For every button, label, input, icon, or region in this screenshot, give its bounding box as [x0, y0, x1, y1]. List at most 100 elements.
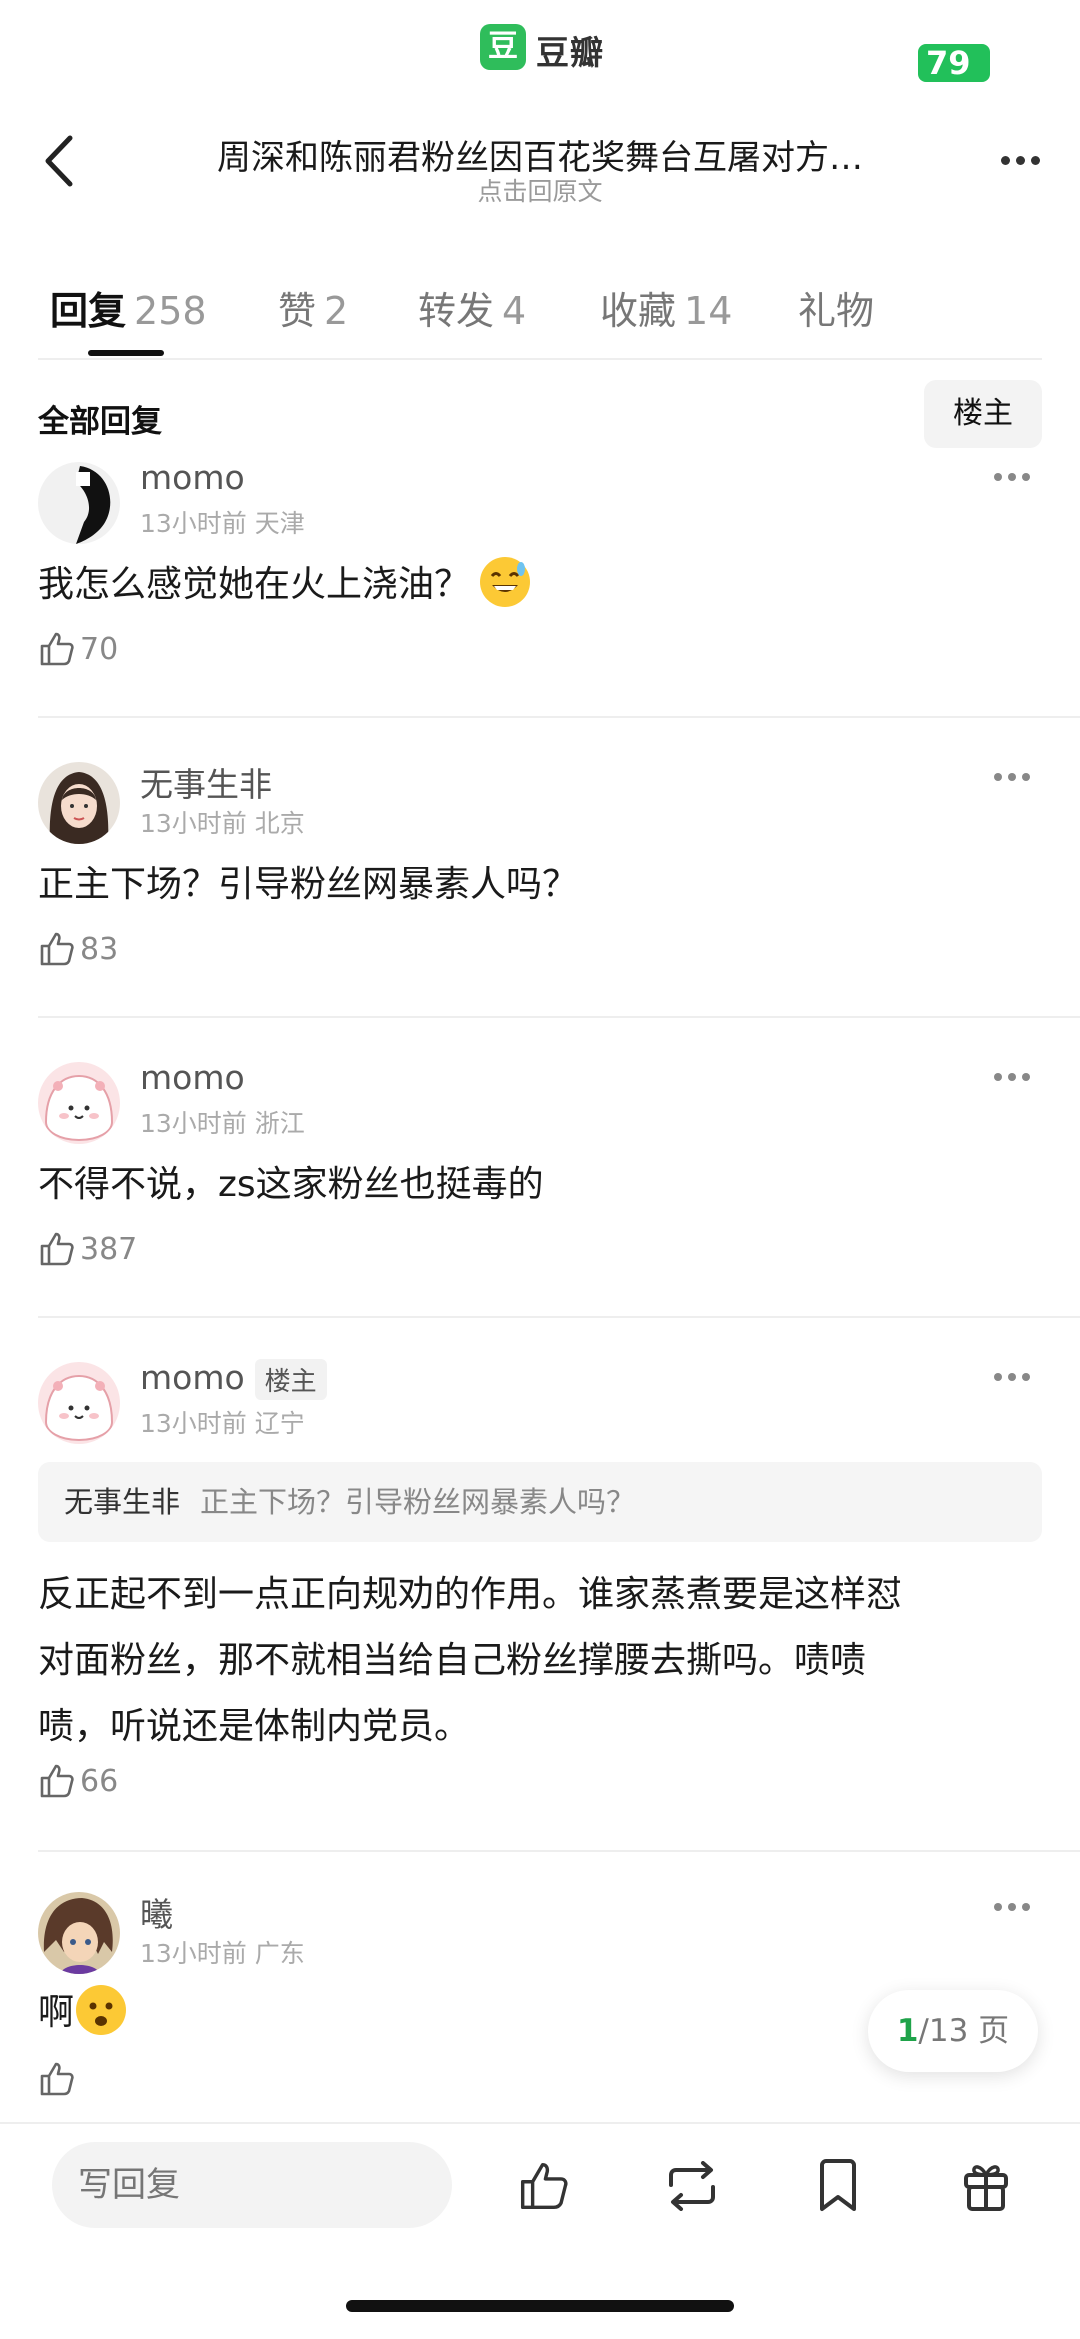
battery-badge: 79: [918, 44, 990, 82]
tab-collections[interactable]: 收藏 14: [600, 280, 732, 335]
quoted-reply[interactable]: 无事生非 正主下场？引导粉丝网暴素人吗？: [38, 1462, 1042, 1542]
like-post-button[interactable]: [514, 2156, 574, 2216]
op-tag: 楼主: [254, 1359, 327, 1400]
bookmark-icon: [820, 2159, 856, 2211]
avatar[interactable]: [38, 1892, 120, 1974]
dot: [1000, 155, 1010, 165]
comment-text: 正主下场？引导粉丝网暴素人吗？: [38, 864, 579, 905]
divider: [38, 1850, 1080, 1852]
comment-line: 对面粉丝，那不就相当给自己粉丝撑腰去撕吗。啧啧: [38, 1640, 867, 1681]
comment-more-button[interactable]: [984, 1367, 1040, 1387]
chevron-left-icon: [45, 135, 73, 187]
comment-more-button[interactable]: [984, 767, 1040, 787]
thumbs-up-icon: [520, 2162, 568, 2210]
thumbs-up-icon: [40, 2062, 74, 2096]
back-to-original-link[interactable]: 点击回原文: [170, 172, 910, 208]
like-count: 387: [80, 1231, 138, 1267]
comment-time: 13小时前: [140, 509, 247, 538]
thumbs-up-icon: [40, 632, 74, 666]
active-tab-indicator: [88, 350, 164, 356]
comment-meta: 13小时前 北京: [140, 804, 305, 840]
dot: [1030, 155, 1040, 165]
tab-label: 礼物: [798, 289, 875, 333]
comment-time: 13小时前: [140, 1109, 247, 1138]
gift-button[interactable]: [956, 2156, 1016, 2216]
comment-time: 13小时前: [140, 809, 247, 838]
comment-more-button[interactable]: [984, 1897, 1040, 1917]
tab-label: 转发: [418, 289, 495, 333]
like-button[interactable]: 70: [38, 630, 118, 668]
comment-location: 浙江: [254, 1109, 305, 1138]
comment-location: 广东: [254, 1939, 305, 1968]
username[interactable]: momo: [140, 1058, 245, 1097]
comment-location: 辽宁: [254, 1409, 305, 1438]
sweat-smile-emoji: [480, 557, 531, 607]
like-button[interactable]: [38, 2060, 80, 2098]
comment-meta: 13小时前 辽宁: [140, 1404, 305, 1440]
comment-time: 13小时前: [140, 1409, 247, 1438]
comment-line: 啧，听说还是体制内党员。: [38, 1706, 471, 1747]
comment-text: 反正起不到一点正向规劝的作用。谁家蒸煮要是这样怼 对面粉丝，那不就相当给自己粉丝…: [38, 1562, 1042, 1760]
username[interactable]: momo 楼主: [140, 1358, 327, 1400]
tab-label: 赞: [278, 289, 317, 333]
page-indicator-button[interactable]: 1/13 页: [868, 1990, 1038, 2072]
comment-text: 我怎么感觉她在火上浇油？: [38, 552, 1042, 618]
divider: [38, 1316, 1080, 1318]
divider: [38, 716, 1080, 718]
frown-emoji: [76, 1985, 127, 2035]
comment-item: momo 13小时前 天津 我怎么感觉她在火上浇油？ 70: [0, 458, 1080, 718]
like-button[interactable]: 83: [38, 930, 118, 968]
comment-line: 反正起不到一点正向规劝的作用。谁家蒸煮要是这样怼: [38, 1574, 903, 1615]
brand-name: 豆瓣: [536, 33, 604, 72]
comment-item: 无事生非 13小时前 北京 正主下场？引导粉丝网暴素人吗？ 83: [0, 762, 1080, 1018]
comment-location: 北京: [254, 809, 305, 838]
back-button[interactable]: [32, 134, 86, 188]
tab-gifts[interactable]: 礼物: [798, 280, 874, 335]
tab-bar: 回复 258 赞2 转发 4 收藏 14 礼物: [0, 270, 1080, 360]
current-page: 1: [896, 2013, 919, 2049]
like-button[interactable]: 66: [38, 1762, 118, 1800]
repost-button[interactable]: [662, 2156, 722, 2216]
comment-meta: 13小时前 浙江: [140, 1104, 305, 1140]
tab-likes[interactable]: 赞2: [278, 280, 348, 335]
comment-text-content: 啊: [38, 1992, 75, 2033]
like-count: 66: [80, 1763, 119, 1799]
username[interactable]: momo: [140, 458, 245, 497]
tab-count: 4: [502, 289, 527, 333]
comment-item: momo 13小时前 浙江 不得不说，zs这家粉丝也挺毒的 387: [0, 1058, 1080, 1318]
op-only-button[interactable]: 楼主: [924, 380, 1042, 448]
avatar[interactable]: [38, 762, 120, 844]
home-indicator: [346, 2300, 734, 2312]
tab-count: 258: [134, 289, 207, 333]
repost-icon: [669, 2161, 715, 2211]
tab-replies[interactable]: 回复 258: [50, 280, 207, 335]
avatar[interactable]: [38, 1362, 120, 1444]
avatar[interactable]: [38, 1062, 120, 1144]
tab-label: 收藏: [600, 289, 677, 333]
avatar[interactable]: [38, 462, 120, 544]
filter-row: 全部回复 楼主: [0, 380, 1080, 460]
username[interactable]: 无事生非: [140, 758, 272, 806]
all-replies-label: 全部回复: [38, 404, 162, 440]
reply-input[interactable]: [52, 2142, 452, 2228]
like-count: 83: [80, 931, 119, 967]
thumbs-up-icon: [40, 932, 74, 966]
quoted-text: 正主下场？引导粉丝网暴素人吗？: [200, 1485, 636, 1519]
comment-location: 天津: [254, 509, 305, 538]
comment-more-button[interactable]: [984, 467, 1040, 487]
comment-item: momo 楼主 13小时前 辽宁 无事生非 正主下场？引导粉丝网暴素人吗？ 反正起不…: [0, 1358, 1080, 1852]
dot: [1015, 155, 1025, 165]
username-text: momo: [140, 1358, 245, 1397]
total-pages: /13 页: [918, 2013, 1010, 2049]
comment-text-content: 我怎么感觉她在火上浇油？: [38, 564, 471, 605]
tab-reposts[interactable]: 转发 4: [418, 280, 526, 335]
comment-more-button[interactable]: [984, 1067, 1040, 1087]
like-button[interactable]: 387: [38, 1230, 137, 1268]
username[interactable]: 曦: [140, 1888, 173, 1936]
tab-count: 14: [684, 289, 733, 333]
bookmark-button[interactable]: [808, 2156, 868, 2216]
divider: [38, 358, 1042, 360]
thumbs-up-icon: [40, 1232, 74, 1266]
more-options-button[interactable]: [990, 140, 1050, 180]
tab-count: 2: [324, 289, 349, 333]
